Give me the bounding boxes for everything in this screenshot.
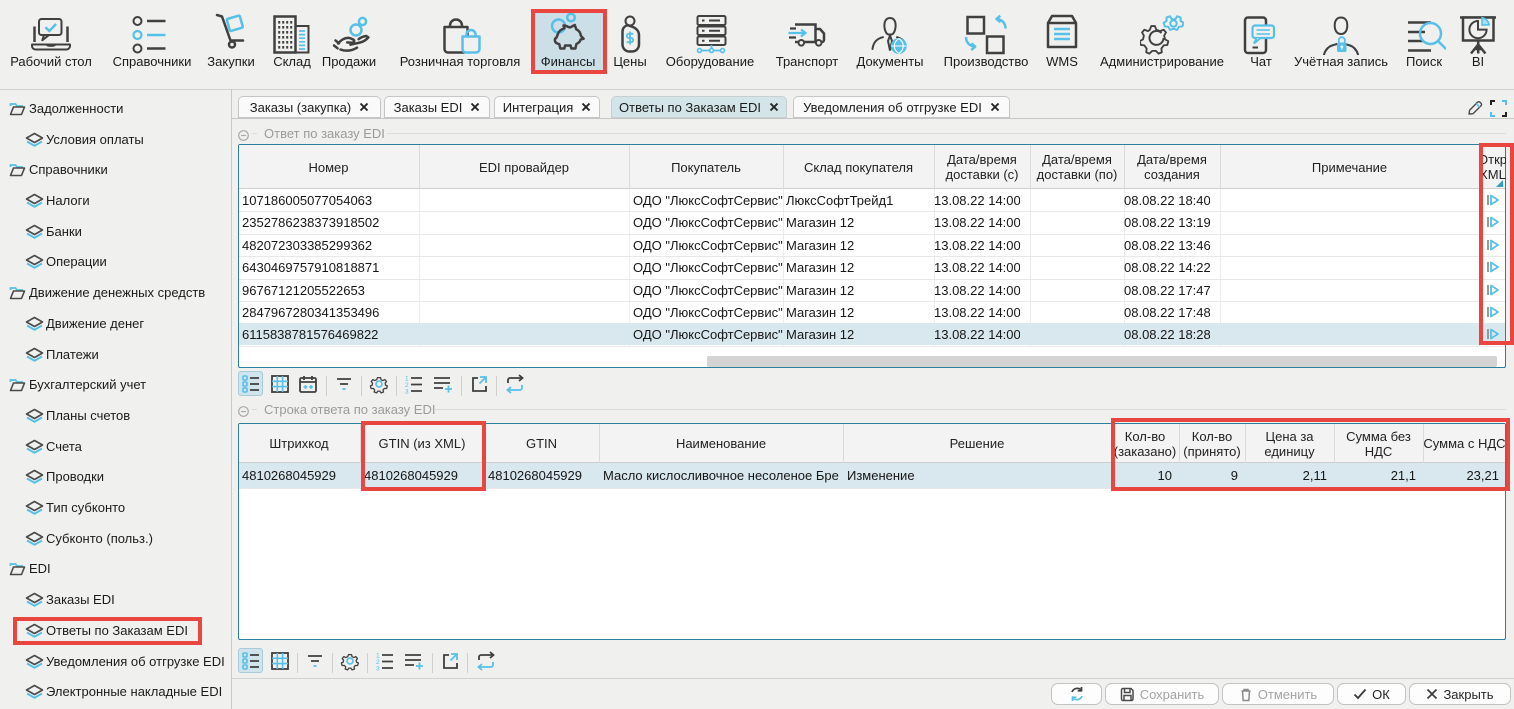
svg-text:3: 3: [405, 389, 409, 395]
svg-text:3: 3: [376, 666, 380, 672]
